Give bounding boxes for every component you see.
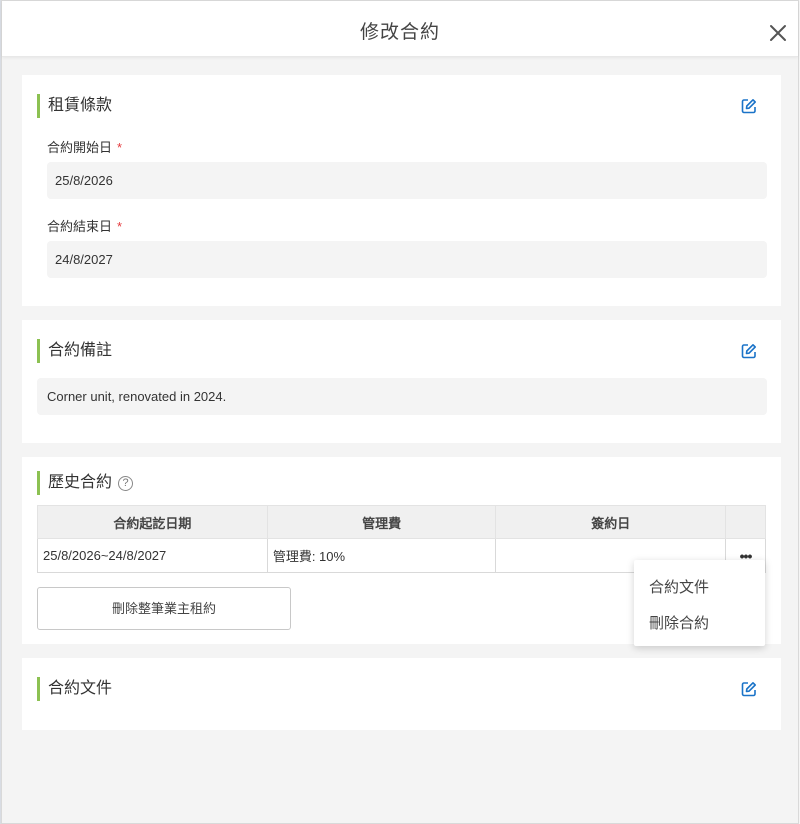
modal-title: 修改合約	[359, 22, 440, 43]
period-cell: 25/8/2026~24/8/2027	[37, 538, 268, 573]
end-date-label: 合約結束日 *	[47, 219, 123, 234]
edit-icon[interactable]	[741, 681, 757, 697]
documents-heading: 合約文件	[37, 677, 112, 701]
required-mark: *	[117, 140, 123, 155]
menu-item-delete-contract[interactable]: 刪除合約	[649, 612, 709, 633]
notes-card: 合約備註 Corner unit, renovated in 2024.	[22, 320, 781, 443]
end-date-field[interactable]: 24/8/2027	[47, 241, 767, 278]
close-icon[interactable]	[768, 23, 788, 43]
history-heading: 歷史合約?	[37, 471, 134, 495]
table-header-row: 合約起訖日期 管理費 簽約日	[37, 505, 766, 539]
help-icon[interactable]: ?	[118, 476, 134, 491]
notes-heading: 合約備註	[37, 339, 112, 363]
documents-card: 合約文件	[22, 658, 781, 730]
notes-text: Corner unit, renovated in 2024.	[37, 378, 767, 415]
start-date-field[interactable]: 25/8/2026	[47, 162, 767, 199]
fee-cell: 管理費: 10%	[266, 538, 497, 573]
required-mark: *	[117, 219, 123, 234]
column-header	[725, 505, 766, 539]
row-actions-menu: 合約文件 刪除合約	[634, 560, 765, 646]
start-date-label: 合約開始日 *	[47, 140, 123, 155]
edit-icon[interactable]	[741, 98, 757, 114]
modal-header: 修改合約	[2, 1, 798, 57]
edit-icon[interactable]	[741, 343, 757, 359]
menu-item-contract-documents[interactable]: 合約文件	[649, 576, 709, 597]
delete-all-lease-button[interactable]: 刪除整筆業主租約	[37, 587, 291, 630]
edit-contract-modal: 修改合約 租賃條款 合約開始日 * 25/8/2026 合約結束日 * 24/8/2…	[1, 0, 799, 824]
column-header: 管理費	[266, 505, 497, 539]
lease-terms-heading: 租賃條款	[37, 94, 112, 118]
column-header: 合約起訖日期	[37, 505, 268, 539]
column-header: 簽約日	[495, 505, 727, 539]
lease-terms-card: 租賃條款 合約開始日 * 25/8/2026 合約結束日 * 24/8/2027	[22, 75, 781, 306]
